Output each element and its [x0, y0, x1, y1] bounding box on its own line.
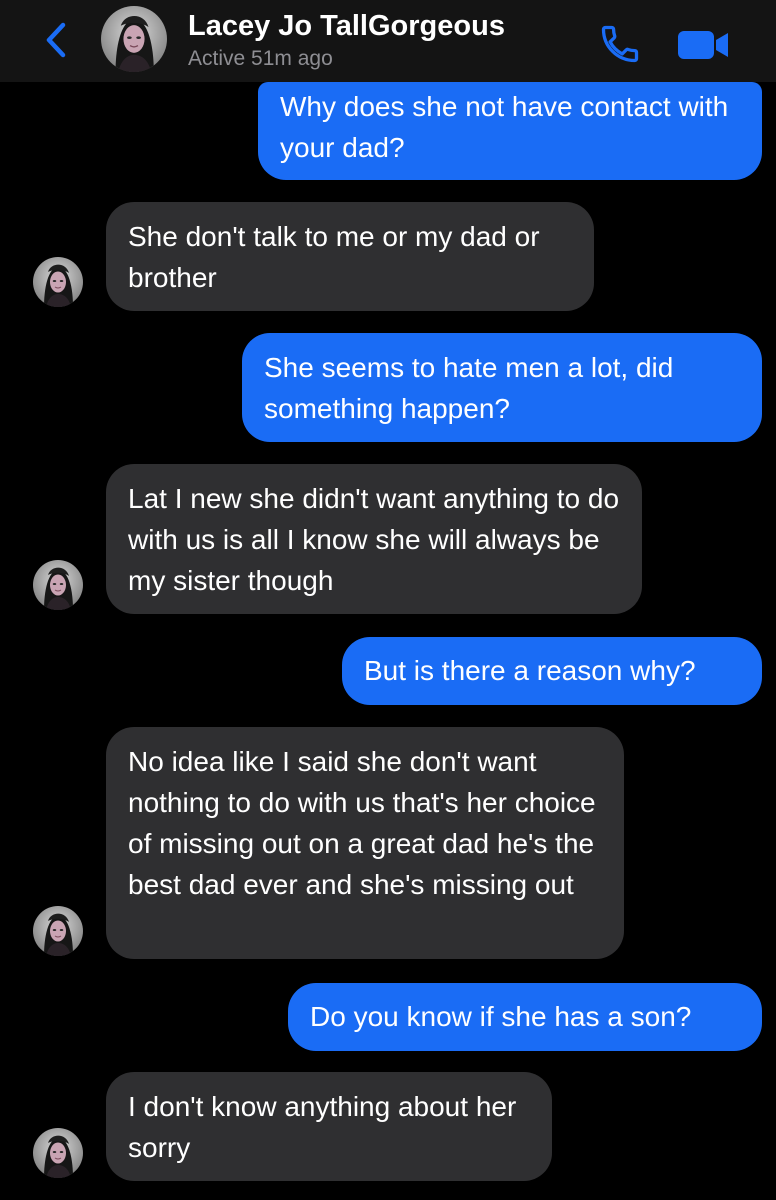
contact-avatar-small[interactable] — [33, 257, 83, 307]
message-text: Lat I new she didn't want anything to do… — [128, 483, 620, 596]
message-bubble-outgoing[interactable]: Why does she not have contact with your … — [258, 82, 762, 180]
contact-avatar-small[interactable] — [33, 906, 83, 956]
message-bubble-incoming[interactable]: No idea like I said she don't want nothi… — [106, 727, 624, 959]
back-button[interactable] — [36, 20, 76, 60]
message-text: I don't know anything about her sorry — [128, 1091, 517, 1163]
phone-icon — [601, 25, 639, 63]
contact-avatar-small[interactable] — [33, 560, 83, 610]
voice-call-button[interactable] — [598, 22, 642, 66]
message-text: She seems to hate men a lot, did somethi… — [264, 352, 674, 424]
contact-name[interactable]: Lacey Jo TallGorgeous — [188, 10, 505, 43]
conversation-header: Lacey Jo TallGorgeous Active 51m ago — [0, 0, 776, 82]
video-call-button[interactable] — [676, 24, 732, 64]
chevron-left-icon — [46, 22, 66, 58]
message-text: Do you know if she has a son? — [310, 1001, 692, 1032]
message-text: No idea like I said she don't want nothi… — [128, 746, 596, 900]
message-bubble-outgoing[interactable]: Do you know if she has a son? — [288, 983, 762, 1051]
message-bubble-incoming[interactable]: She don't talk to me or my dad or brothe… — [106, 202, 594, 311]
message-bubble-incoming[interactable]: I don't know anything about her sorry — [106, 1072, 552, 1181]
active-status: Active 51m ago — [188, 47, 333, 70]
video-camera-icon — [678, 31, 728, 59]
message-text: But is there a reason why? — [364, 655, 696, 686]
message-bubble-outgoing[interactable]: But is there a reason why? — [342, 637, 762, 705]
message-bubble-incoming[interactable]: Lat I new she didn't want anything to do… — [106, 464, 642, 614]
message-text: She don't talk to me or my dad or brothe… — [128, 221, 540, 293]
message-bubble-outgoing[interactable]: She seems to hate men a lot, did somethi… — [242, 333, 762, 442]
contact-avatar-small[interactable] — [33, 1128, 83, 1178]
contact-avatar[interactable] — [101, 6, 167, 72]
message-text: Why does she not have contact with your … — [280, 91, 729, 163]
